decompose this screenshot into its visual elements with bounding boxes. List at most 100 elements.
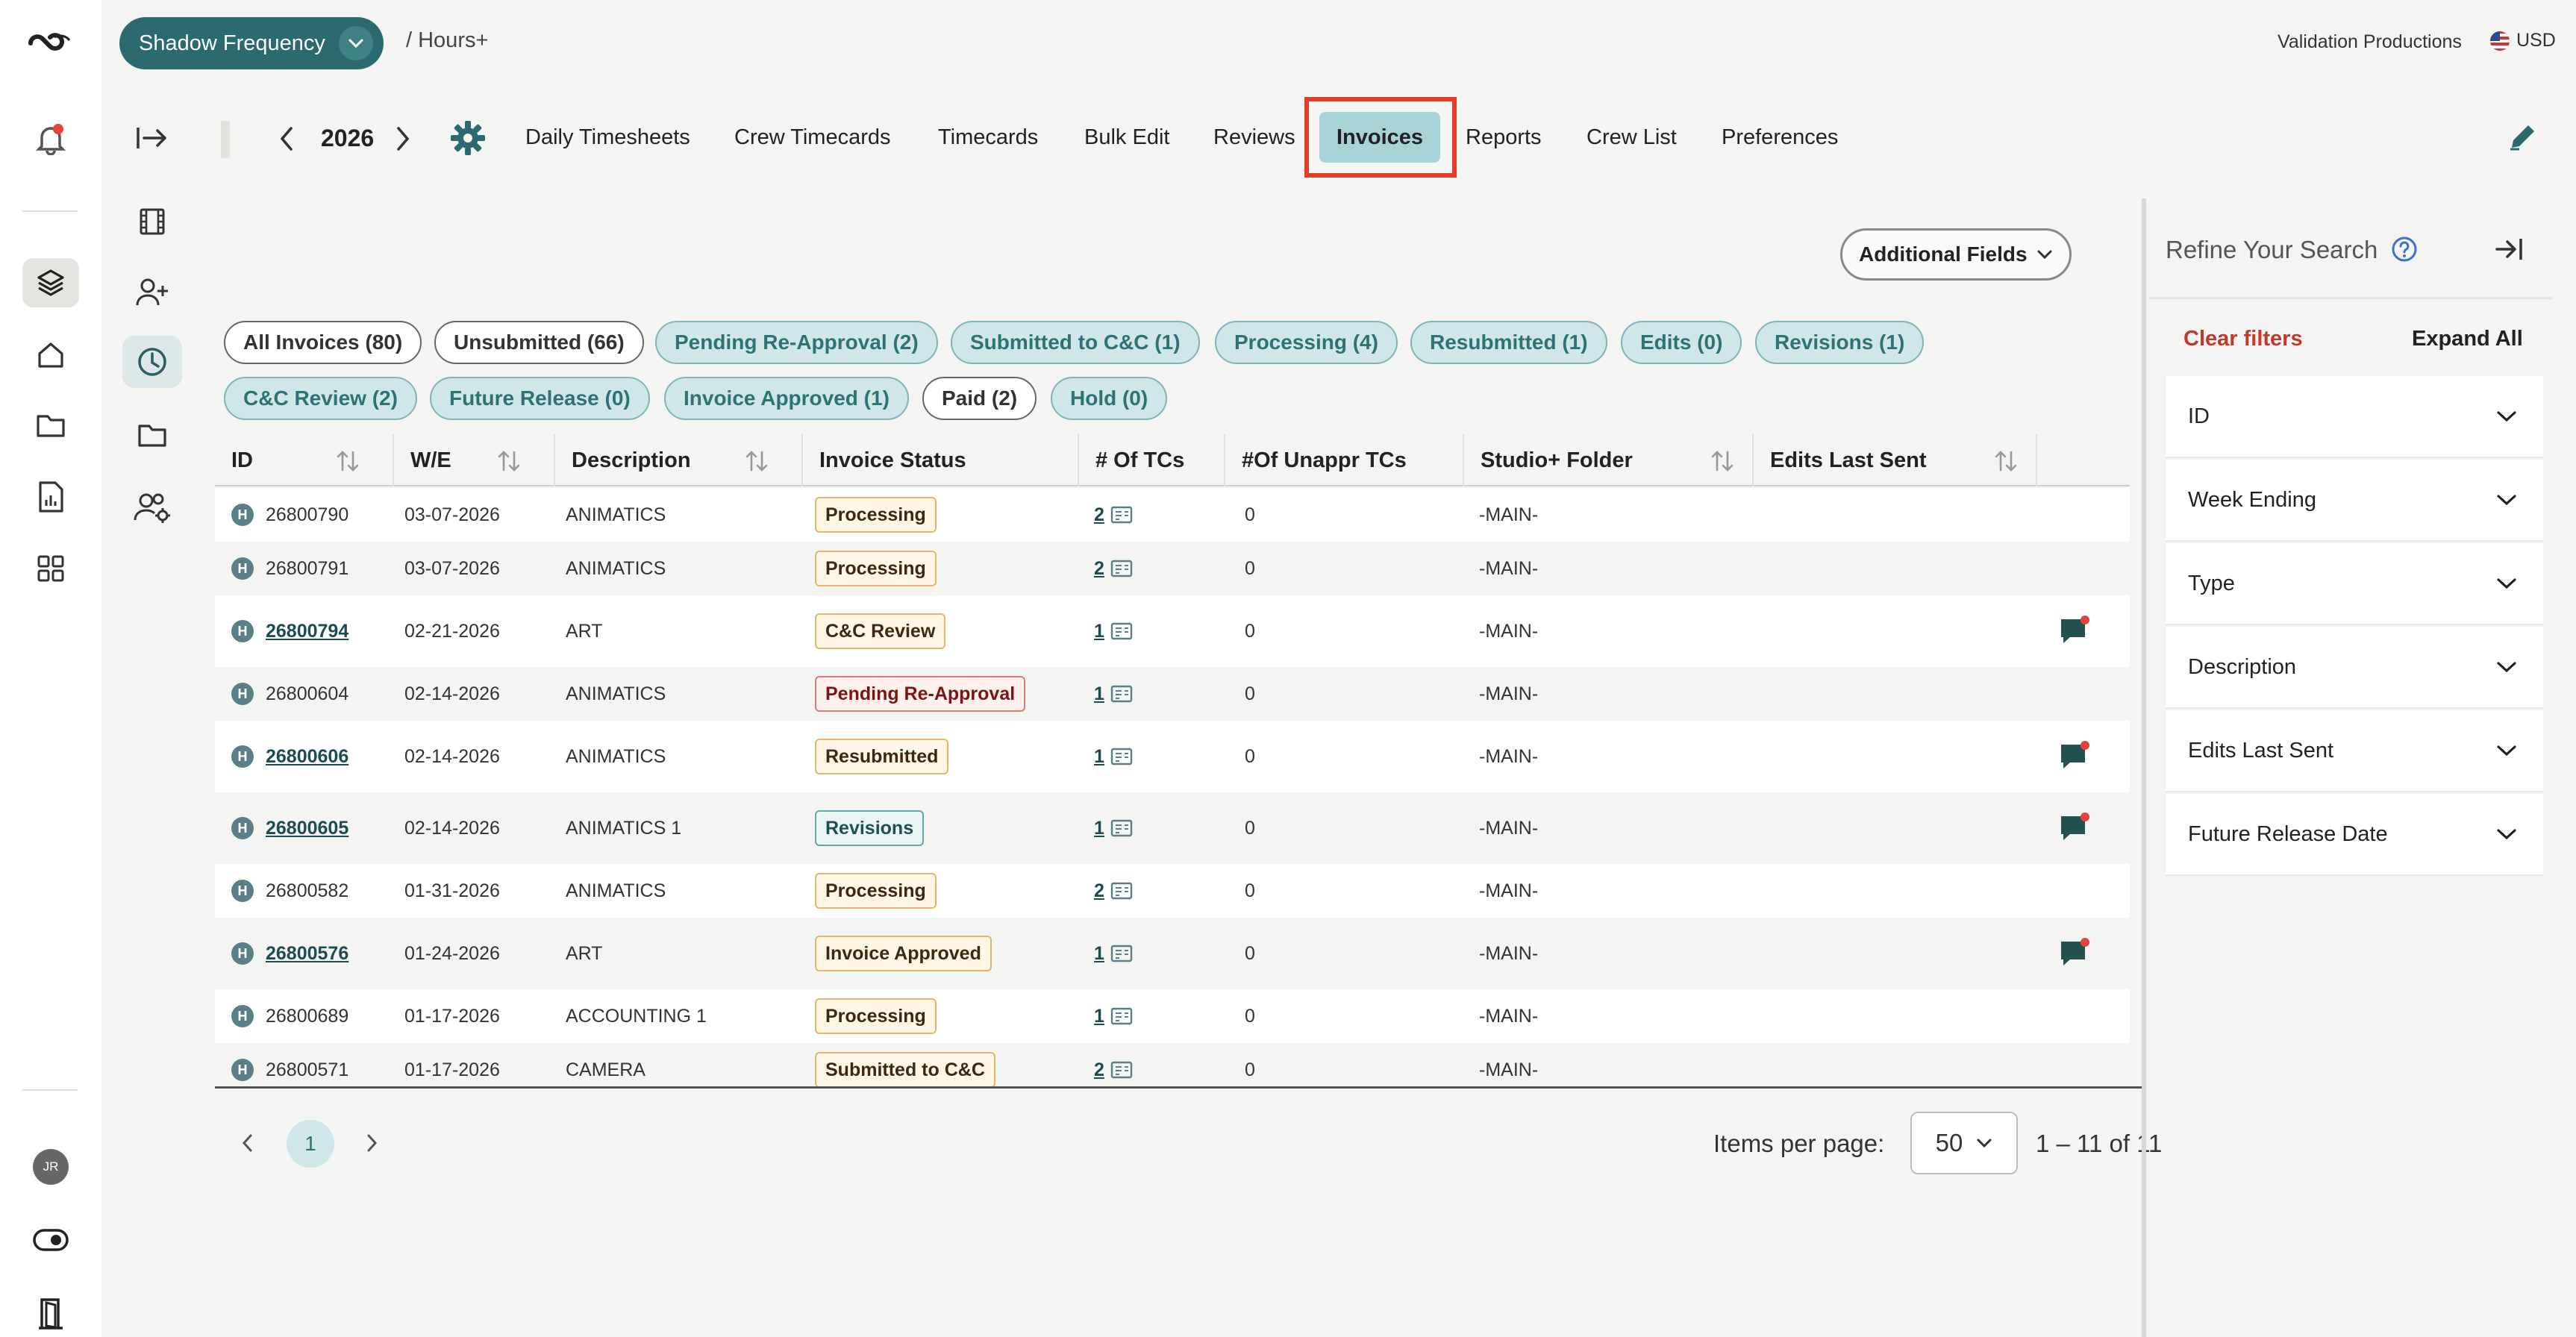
table-row[interactable]: H 26800794 02-21-2026 ART C&C Review 1 0 -MAIN- [215,595,2130,667]
filter-chip[interactable]: Invoice Approved (1) [664,377,909,420]
tc-count-link[interactable]: 1 [1094,621,1104,642]
folder-icon[interactable] [21,403,81,448]
table-row[interactable]: H 26800582 01-31-2026 ANIMATICS Processing 2 0… [215,864,2130,918]
sort-icon[interactable] [1992,448,2019,475]
sort-icon[interactable] [743,448,770,475]
tc-count-link[interactable]: 1 [1094,943,1104,965]
tc-count-link[interactable]: 2 [1094,1059,1104,1081]
tc-count-link[interactable]: 2 [1094,880,1104,902]
app-logo-icon[interactable] [21,19,81,64]
timecard-icon[interactable] [1110,819,1133,837]
timecard-icon[interactable] [1110,748,1133,765]
comment-icon[interactable] [2058,721,2091,792]
collapse-panel-icon[interactable] [2494,236,2524,263]
table-row[interactable]: H 26800689 01-17-2026 ACCOUNTING 1 Processin… [215,989,2130,1043]
folder-icon[interactable] [122,409,182,461]
col-header-id[interactable]: ID [215,434,253,486]
table-row[interactable]: H 26800604 02-14-2026 ANIMATICS Pending Re-A… [215,667,2130,721]
filter-chip[interactable]: Future Release (0) [430,377,650,420]
tab-crew-list[interactable]: Crew List [1586,125,1677,150]
expand-sidebar-icon[interactable] [122,112,182,164]
clock-icon[interactable] [122,336,182,388]
tab-invoices[interactable]: Invoices [1319,112,1440,163]
edit-pencil-icon[interactable] [2507,121,2539,152]
tc-count-link[interactable]: 1 [1094,746,1104,768]
tc-count-link[interactable]: 1 [1094,683,1104,705]
comment-icon[interactable] [2058,918,2091,989]
sort-icon[interactable] [334,448,361,475]
notifications-bell-icon[interactable] [21,116,81,161]
tc-count-link[interactable]: 2 [1094,504,1104,526]
timecard-icon[interactable] [1110,560,1133,577]
user-avatar[interactable]: JR [33,1149,69,1185]
filter-chip[interactable]: Hold (0) [1051,377,1168,420]
next-page-icon[interactable] [361,1130,382,1156]
apps-grid-icon[interactable] [21,546,81,591]
tab-daily-timesheets[interactable]: Daily Timesheets [525,125,690,150]
sort-icon[interactable] [495,448,522,475]
prev-year-icon[interactable] [276,125,297,152]
tab-preferences[interactable]: Preferences [1722,125,1838,150]
next-year-icon[interactable] [393,125,413,152]
tab-crew-timecards[interactable]: Crew Timecards [734,125,891,150]
timecard-icon[interactable] [1110,622,1133,640]
film-icon[interactable] [122,195,182,248]
tc-count-link[interactable]: 1 [1094,818,1104,839]
table-row[interactable]: H 26800576 01-24-2026 ART Invoice Approved 1 0… [215,918,2130,989]
col-header-edits-last-sent[interactable]: Edits Last Sent [1754,434,1927,486]
table-row[interactable]: H 26800606 02-14-2026 ANIMATICS Resubmitted 1… [215,721,2130,792]
sort-icon[interactable] [1709,448,1736,475]
layers-icon[interactable] [22,258,79,307]
company-name[interactable]: Validation Productions [2278,31,2462,53]
comment-icon[interactable] [2058,595,2091,667]
filter-chip[interactable]: C&C Review (2) [224,377,417,420]
timecard-icon[interactable] [1110,1061,1133,1079]
settings-gear-icon[interactable] [449,119,487,157]
logout-door-icon[interactable] [21,1291,81,1336]
tab-reviews[interactable]: Reviews [1213,125,1295,150]
tc-count-link[interactable]: 2 [1094,558,1104,580]
timecard-icon[interactable] [1110,882,1133,900]
additional-fields-button[interactable]: Additional Fields [1840,228,2072,281]
col-header-description[interactable]: Description [555,434,691,486]
add-user-icon[interactable] [122,266,182,318]
filter-chip[interactable]: Paid (2) [922,377,1037,420]
project-selector[interactable]: Shadow Frequency [119,17,384,69]
filter-chip[interactable]: Submitted to C&C (1) [951,321,1200,364]
tc-count-link[interactable]: 1 [1094,1006,1104,1027]
expand-all-button[interactable]: Expand All [2412,327,2523,351]
comment-icon[interactable] [2058,792,2091,864]
filter-section-toggle[interactable]: Week Ending [2166,460,2543,542]
filter-chip[interactable]: Resubmitted (1) [1410,321,1607,364]
filter-section-toggle[interactable]: Future Release Date [2166,794,2543,876]
col-header-we[interactable]: W/E [394,434,451,486]
filter-chip[interactable]: Revisions (1) [1755,321,1925,364]
filter-chip[interactable]: All Invoices (80) [224,321,422,364]
col-header-tcs[interactable]: # Of TCs [1079,434,1184,486]
table-row[interactable]: H 26800605 02-14-2026 ANIMATICS 1 Revisions 1… [215,792,2130,864]
timecard-icon[interactable] [1110,685,1133,703]
tab-bulk-edit[interactable]: Bulk Edit [1084,125,1169,150]
timecard-icon[interactable] [1110,1007,1133,1025]
toggle-switch-icon[interactable] [21,1218,81,1262]
timecard-icon[interactable] [1110,506,1133,524]
tab-timecards[interactable]: Timecards [938,125,1038,150]
users-settings-icon[interactable] [122,482,182,534]
report-document-icon[interactable] [21,475,81,519]
filter-chip[interactable]: Processing (4) [1215,321,1398,364]
items-per-page-select[interactable]: 50 [1910,1112,2018,1174]
filter-chip[interactable]: Unsubmitted (66) [434,321,644,364]
filter-section-toggle[interactable]: Type [2166,543,2543,625]
breadcrumb[interactable]: / Hours+ [406,28,488,53]
col-header-invoice-status[interactable]: Invoice Status [803,434,966,486]
table-row[interactable]: H 26800791 03-07-2026 ANIMATICS Processing 2 0… [215,542,2130,595]
timecard-icon[interactable] [1110,945,1133,962]
table-row[interactable]: H 26800790 03-07-2026 ANIMATICS Processing 2 0… [215,488,2130,542]
col-header-unappr-tcs[interactable]: #Of Unappr TCs [1225,434,1407,486]
filter-chip[interactable]: Edits (0) [1621,321,1742,364]
filter-section-toggle[interactable]: Edits Last Sent [2166,710,2543,792]
table-row[interactable]: H 26800571 01-17-2026 CAMERA Submitted to C&… [215,1043,2130,1088]
page-number[interactable]: 1 [287,1120,334,1168]
tab-reports[interactable]: Reports [1466,125,1542,150]
currency-selector[interactable]: USD [2489,30,2556,51]
